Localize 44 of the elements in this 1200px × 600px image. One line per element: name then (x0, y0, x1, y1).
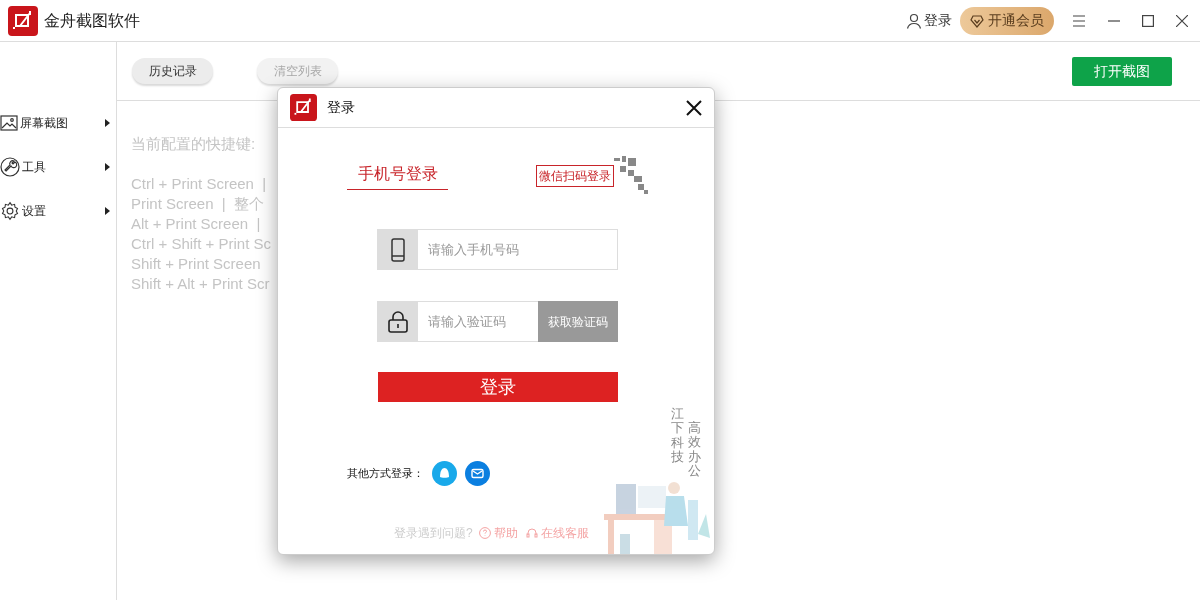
open-screenshot-button[interactable]: 打开截图 (1072, 56, 1172, 86)
wrench-icon (0, 157, 20, 177)
question-icon (478, 527, 491, 539)
caret-icon (105, 207, 110, 215)
shortcut-line: Ctrl + Print Screen | (131, 173, 267, 194)
caret-icon (105, 119, 110, 127)
login-tab[interactable]: 微信扫码登录 (536, 165, 614, 187)
caret-icon (105, 163, 110, 171)
maximize-icon[interactable] (1142, 14, 1154, 27)
app-logo-icon (8, 5, 38, 36)
login-button[interactable]: 登录 (378, 372, 618, 402)
shortcut-line: Shift + Alt + Print Scr (131, 273, 270, 294)
close-icon[interactable] (686, 99, 702, 116)
headset-icon (525, 527, 538, 539)
other-login-label: 其他方式登录： (347, 466, 424, 482)
slogan-text: 江下科技 (671, 407, 684, 466)
phone-icon (391, 237, 405, 262)
code-field[interactable]: 请输入验证码 (377, 301, 538, 342)
phone-field[interactable]: 请输入手机号码 (377, 229, 618, 270)
slogan-text: 高效办公 (688, 421, 701, 479)
login-link[interactable]: 登录 (906, 10, 952, 31)
shortcut-line: Alt + Print Screen | (131, 213, 261, 234)
login-tab[interactable]: 手机号登录 (347, 158, 448, 190)
mail-icon[interactable] (465, 461, 490, 486)
shortcut-line: Shift + Print Screen (131, 253, 261, 274)
shortcut-line: Ctrl + Shift + Print Sc (131, 233, 272, 254)
user-icon (906, 12, 922, 29)
code-input[interactable]: 请输入验证码 (418, 302, 538, 341)
image-icon (0, 114, 18, 132)
close-icon[interactable] (1176, 14, 1188, 27)
shortcut-line: Print Screen | 整个 (131, 193, 265, 214)
vip-button[interactable]: 开通会员 (960, 6, 1054, 35)
sidebar-item[interactable]: 设置 (0, 200, 116, 222)
settings-icon (0, 201, 20, 221)
app-title: 金舟截图软件 (44, 10, 140, 31)
sidebar-item[interactable]: 屏幕截图 (0, 112, 116, 134)
dialog-title: 登录 (327, 98, 355, 117)
diamond-icon (970, 13, 984, 28)
sidebar-item[interactable]: 工具 (0, 156, 116, 178)
app-logo-icon (290, 94, 317, 121)
phone-input[interactable]: 请输入手机号码 (418, 230, 617, 269)
toolbar-button[interactable]: 历史记录 (132, 58, 213, 84)
lock-icon (388, 310, 408, 333)
menu-icon[interactable] (1072, 14, 1086, 27)
